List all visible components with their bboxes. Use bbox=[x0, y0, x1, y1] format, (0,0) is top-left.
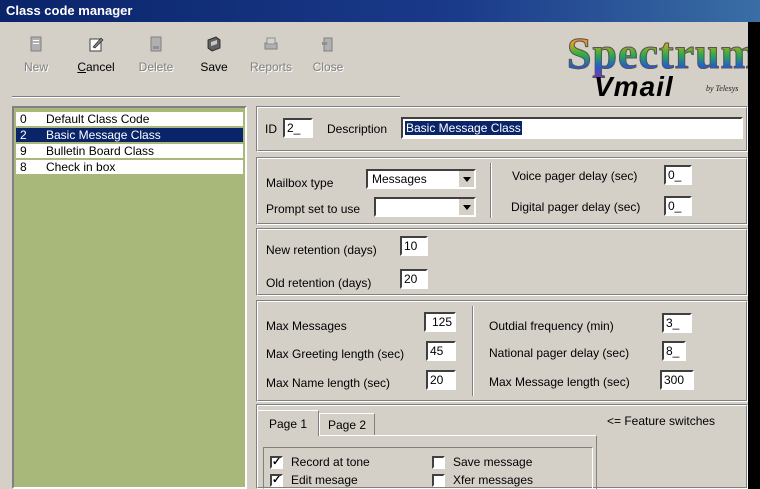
max-messages-label: Max Messages bbox=[266, 319, 347, 333]
list-item[interactable]: 0 Default Class Code bbox=[16, 112, 243, 126]
window-title-bar: Class code manager bbox=[0, 0, 760, 22]
chevron-down-icon[interactable] bbox=[458, 199, 474, 215]
close-label: Close bbox=[312, 60, 344, 74]
new-retention-field[interactable]: 10 bbox=[400, 236, 428, 256]
edit-message-label: Edit mesage bbox=[291, 473, 358, 487]
class-code: 8 bbox=[20, 160, 27, 174]
max-message-length-field[interactable]: 300 bbox=[660, 370, 694, 390]
vmail-logo: Vmail bbox=[594, 71, 674, 102]
outdial-label: Outdial frequency (min) bbox=[489, 319, 614, 333]
max-greeting-field[interactable]: 45 bbox=[426, 341, 456, 361]
tab-page-1[interactable]: Page 1 bbox=[257, 410, 319, 436]
prompt-set-label: Prompt set to use bbox=[266, 202, 361, 216]
list-item-selected[interactable]: 2 Basic Message Class bbox=[16, 128, 243, 142]
id-value: 2_ bbox=[287, 121, 301, 135]
prompt-set-select[interactable] bbox=[374, 197, 476, 217]
outdial-field[interactable]: 3_ bbox=[662, 313, 692, 333]
id-field[interactable]: 2_ bbox=[283, 118, 313, 138]
reports-printer-icon bbox=[264, 37, 278, 50]
limits-divider bbox=[472, 306, 474, 396]
max-message-length-value: 300 bbox=[664, 373, 685, 387]
digital-pager-label: Digital pager delay (sec) bbox=[511, 200, 641, 214]
new-label: New bbox=[23, 60, 48, 74]
window-title: Class code manager bbox=[6, 3, 133, 18]
list-item[interactable]: 9 Bulletin Board Class bbox=[16, 144, 243, 158]
toolbar-separator bbox=[12, 96, 400, 98]
mailbox-type-label: Mailbox type bbox=[266, 176, 334, 190]
max-name-field[interactable]: 20 bbox=[426, 370, 456, 390]
class-name: Bulletin Board Class bbox=[46, 144, 155, 158]
delete-label: Delete bbox=[138, 60, 174, 74]
class-name: Default Class Code bbox=[46, 112, 150, 126]
close-button[interactable]: Close bbox=[306, 36, 350, 82]
cancel-label: Cancel bbox=[74, 60, 118, 74]
new-retention-value: 10 bbox=[404, 239, 418, 253]
max-messages-value: 125 bbox=[431, 315, 452, 329]
logo-byline: by Telesys bbox=[706, 84, 739, 93]
tab-page-1-label: Page 1 bbox=[268, 417, 308, 431]
voice-pager-label: Voice pager delay (sec) bbox=[512, 169, 638, 183]
national-pager-label: National pager delay (sec) bbox=[489, 346, 630, 360]
feature-switches-note: <= Feature switches bbox=[607, 414, 716, 428]
id-label: ID bbox=[265, 122, 277, 136]
old-retention-label: Old retention (days) bbox=[266, 276, 372, 290]
national-pager-value: 8_ bbox=[666, 344, 680, 358]
xfer-messages-label: Xfer messages bbox=[453, 473, 534, 487]
record-at-tone-checkbox[interactable]: ✓ bbox=[270, 456, 283, 469]
record-at-tone-label: Record at tone bbox=[291, 455, 370, 469]
cancel-label-rest: ancel bbox=[85, 60, 115, 74]
class-code: 9 bbox=[20, 144, 27, 158]
max-greeting-value: 45 bbox=[430, 344, 444, 358]
max-greeting-label: Max Greeting length (sec) bbox=[266, 347, 405, 361]
voice-pager-value: 0_ bbox=[668, 168, 682, 182]
national-pager-field[interactable]: 8_ bbox=[662, 341, 686, 361]
save-disk-icon bbox=[207, 36, 221, 52]
mailbox-divider bbox=[490, 163, 492, 218]
class-code: 0 bbox=[20, 112, 27, 126]
reports-label: Reports bbox=[249, 60, 293, 74]
cancel-mnemonic: C bbox=[77, 60, 86, 74]
old-retention-field[interactable]: 20 bbox=[400, 269, 428, 289]
window-right-edge bbox=[748, 22, 760, 489]
mailbox-type-value: Messages bbox=[372, 172, 427, 186]
save-label: Save bbox=[200, 60, 228, 74]
reports-button[interactable]: Reports bbox=[249, 36, 293, 82]
mailbox-type-select[interactable]: Messages bbox=[366, 169, 476, 189]
class-name: Check in box bbox=[46, 160, 116, 174]
old-retention-value: 20 bbox=[404, 272, 418, 286]
list-item[interactable]: 8 Check in box bbox=[16, 160, 243, 174]
class-code: 2 bbox=[20, 128, 27, 142]
max-messages-field[interactable]: 125 bbox=[424, 312, 456, 332]
edit-message-checkbox[interactable]: ✓ bbox=[270, 474, 283, 487]
xfer-messages-checkbox[interactable] bbox=[432, 474, 445, 487]
chevron-down-icon[interactable] bbox=[458, 171, 474, 187]
tab-page-2[interactable]: Page 2 bbox=[319, 413, 375, 435]
save-button[interactable]: Save bbox=[192, 36, 236, 82]
delete-button[interactable]: Delete bbox=[134, 36, 178, 82]
class-list[interactable]: 0 Default Class Code 2 Basic Message Cla… bbox=[12, 106, 247, 489]
cancel-edit-icon bbox=[89, 37, 104, 52]
new-document-icon bbox=[30, 36, 42, 52]
tab-page-2-label: Page 2 bbox=[327, 418, 367, 432]
outdial-value: 3_ bbox=[666, 316, 680, 330]
close-door-icon bbox=[322, 37, 333, 52]
voice-pager-field[interactable]: 0_ bbox=[664, 165, 692, 185]
max-name-value: 20 bbox=[430, 373, 444, 387]
class-name: Basic Message Class bbox=[46, 128, 161, 142]
description-label: Description bbox=[327, 122, 388, 136]
delete-document-icon bbox=[150, 36, 162, 52]
max-message-length-label: Max Message length (sec) bbox=[489, 375, 630, 389]
digital-pager-field[interactable]: 0_ bbox=[664, 196, 692, 216]
digital-pager-value: 0_ bbox=[668, 199, 682, 213]
max-name-label: Max Name length (sec) bbox=[266, 376, 391, 390]
save-message-label: Save message bbox=[453, 455, 533, 469]
save-message-checkbox[interactable] bbox=[432, 456, 445, 469]
new-button[interactable]: New bbox=[14, 36, 58, 82]
description-value: Basic Message Class bbox=[405, 121, 522, 135]
description-field[interactable]: Basic Message Class bbox=[401, 117, 743, 139]
new-retention-label: New retention (days) bbox=[266, 243, 377, 257]
cancel-button[interactable]: Cancel bbox=[74, 36, 118, 82]
